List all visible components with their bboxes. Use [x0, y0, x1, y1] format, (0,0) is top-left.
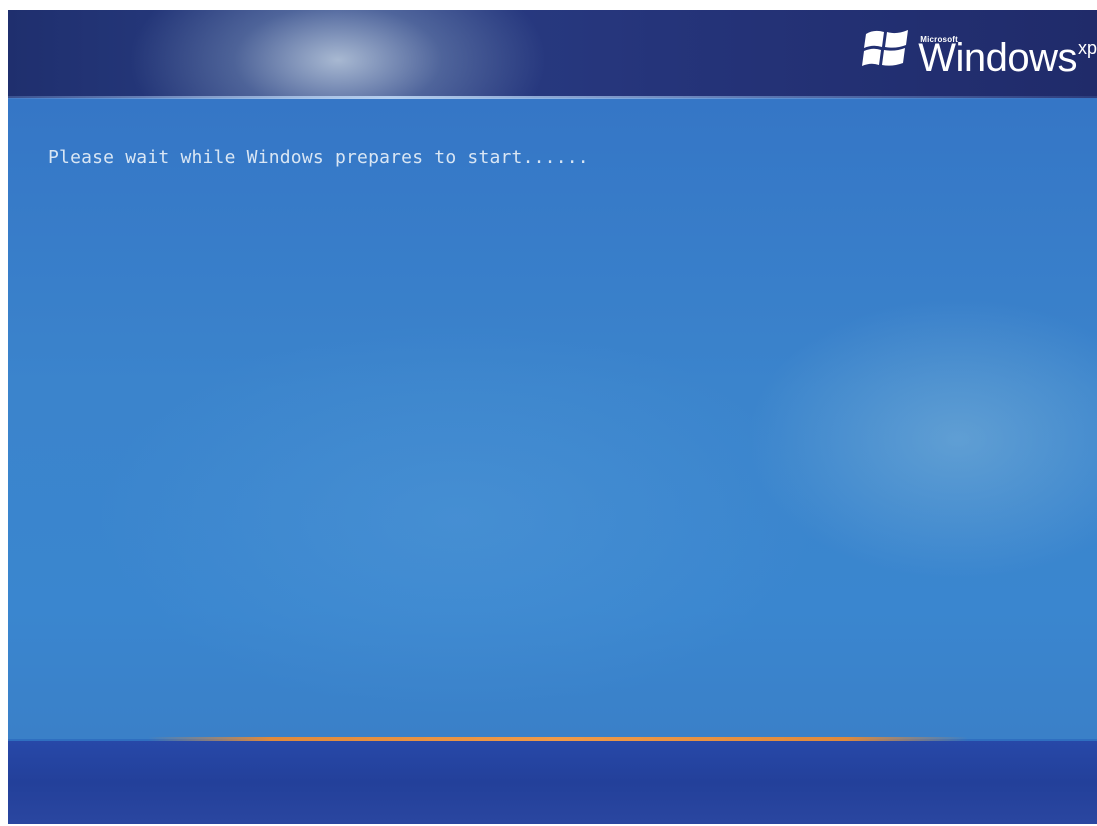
- status-message: Please wait while Windows prepares to st…: [48, 147, 589, 168]
- main-area: [8, 99, 1097, 739]
- boot-screen: Microsoft Windowsxp Please wait while Win…: [8, 10, 1097, 824]
- logo-wordmark: Microsoft Windowsxp: [918, 35, 1097, 79]
- logo-xp-text: xp: [1077, 38, 1097, 58]
- windows-xp-logo: Microsoft Windowsxp: [862, 18, 1097, 78]
- windows-flag-icon: [862, 30, 909, 66]
- footer-band: [8, 741, 1097, 824]
- logo-microsoft-text: Microsoft: [920, 35, 959, 44]
